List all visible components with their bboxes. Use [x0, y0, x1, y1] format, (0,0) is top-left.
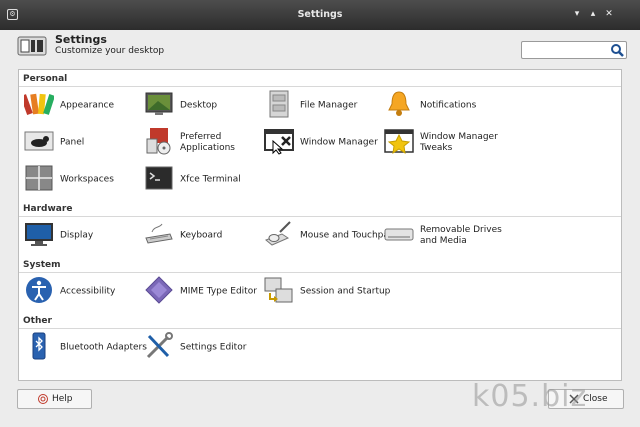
bluetooth-icon	[32, 332, 46, 360]
mouse-icon	[265, 221, 291, 246]
settings-header: Settings Customize your desktop	[0, 30, 640, 68]
item-workspaces[interactable]: Workspaces	[24, 164, 142, 196]
item-label: Removable Drives and Media	[420, 225, 502, 246]
item-desktop[interactable]: Desktop	[144, 90, 262, 122]
item-label: Mouse and Touchpad	[300, 230, 395, 241]
item-label: Session and Startup	[300, 286, 391, 297]
search-input[interactable]	[521, 41, 627, 59]
item-label: Xfce Terminal	[180, 174, 241, 185]
item-removable-drives[interactable]: Removable Drives and Media	[384, 220, 502, 252]
window-manager-tweaks-icon	[384, 129, 414, 155]
settings-editor-icon	[146, 332, 173, 359]
item-label: Appearance	[60, 100, 115, 111]
desktop-icon	[145, 92, 173, 115]
close-icon	[569, 394, 579, 404]
item-window-manager[interactable]: Window Manager	[264, 127, 382, 159]
keyboard-icon	[145, 223, 173, 244]
accessibility-icon	[26, 277, 52, 303]
item-label: Bluetooth Adapters	[60, 342, 147, 353]
help-icon	[38, 394, 48, 404]
item-file-manager[interactable]: File Manager	[264, 90, 382, 122]
item-label: MIME Type Editor	[180, 286, 257, 297]
item-label: Notifications	[420, 100, 477, 111]
item-settings-editor[interactable]: Settings Editor	[144, 332, 262, 364]
settings-manager-icon	[17, 36, 47, 56]
appearance-icon	[24, 93, 54, 116]
removable-drive-icon	[384, 228, 414, 241]
page-subtitle: Customize your desktop	[55, 46, 165, 56]
item-label: Window Manager Tweaks	[420, 132, 498, 153]
item-preferred-applications[interactable]: Preferred Applications	[144, 127, 262, 159]
workspaces-icon	[25, 165, 53, 191]
minimize-button[interactable]: ▾	[571, 8, 583, 20]
item-xfce-terminal[interactable]: Xfce Terminal	[144, 164, 262, 196]
item-display[interactable]: Display	[24, 220, 142, 252]
section-divider	[19, 272, 621, 273]
file-manager-icon	[269, 90, 289, 118]
item-mouse-touchpad[interactable]: Mouse and Touchpad	[264, 220, 395, 252]
item-label: Display	[60, 230, 94, 241]
maximize-button[interactable]: ▴	[587, 8, 599, 20]
item-label: Keyboard	[180, 230, 223, 241]
item-window-manager-tweaks[interactable]: Window Manager Tweaks	[384, 127, 502, 159]
item-label: Workspaces	[60, 174, 114, 185]
close-label: Close	[583, 394, 608, 404]
item-keyboard[interactable]: Keyboard	[144, 220, 262, 252]
section-title-personal: Personal	[23, 74, 68, 84]
item-panel[interactable]: Panel	[24, 127, 142, 159]
item-label: Window Manager	[300, 137, 378, 148]
search-icon[interactable]	[610, 43, 624, 57]
section-divider	[19, 86, 621, 87]
section-divider	[19, 216, 621, 217]
item-label: Preferred Applications	[180, 132, 235, 153]
item-accessibility[interactable]: Accessibility	[24, 276, 142, 308]
item-label: Accessibility	[60, 286, 116, 297]
mime-type-icon	[145, 276, 173, 304]
window-title: Settings	[297, 9, 343, 20]
close-window-button[interactable]: ✕	[603, 8, 615, 20]
item-label: File Manager	[300, 100, 358, 111]
item-session-startup[interactable]: Session and Startup	[264, 276, 390, 308]
page-title: Settings	[55, 33, 107, 46]
settings-content: Personal Appearance Desktop File Manager	[18, 69, 622, 381]
section-divider	[19, 328, 621, 329]
item-label: Settings Editor	[180, 342, 247, 353]
item-label: Panel	[60, 137, 85, 148]
section-title-hardware: Hardware	[23, 204, 73, 214]
help-label: Help	[52, 394, 73, 404]
terminal-icon	[145, 166, 173, 190]
item-mime-type-editor[interactable]: MIME Type Editor	[144, 276, 262, 308]
title-bar: ⚙ Settings ▾ ▴ ✕	[0, 0, 640, 30]
section-title-other: Other	[23, 316, 52, 326]
item-notifications[interactable]: Notifications	[384, 90, 502, 122]
item-label: Desktop	[180, 100, 218, 111]
help-button[interactable]: Help	[17, 389, 92, 409]
item-appearance[interactable]: Appearance	[24, 90, 142, 122]
panel-icon	[24, 131, 54, 151]
item-bluetooth-adapters[interactable]: Bluetooth Adapters	[24, 332, 147, 364]
section-title-system: System	[23, 260, 61, 270]
close-button[interactable]: Close	[548, 389, 624, 409]
notifications-icon	[388, 91, 410, 116]
display-icon	[25, 223, 53, 246]
preferred-applications-icon	[146, 128, 171, 155]
window-manager-icon	[264, 129, 294, 155]
session-startup-icon	[264, 277, 293, 303]
